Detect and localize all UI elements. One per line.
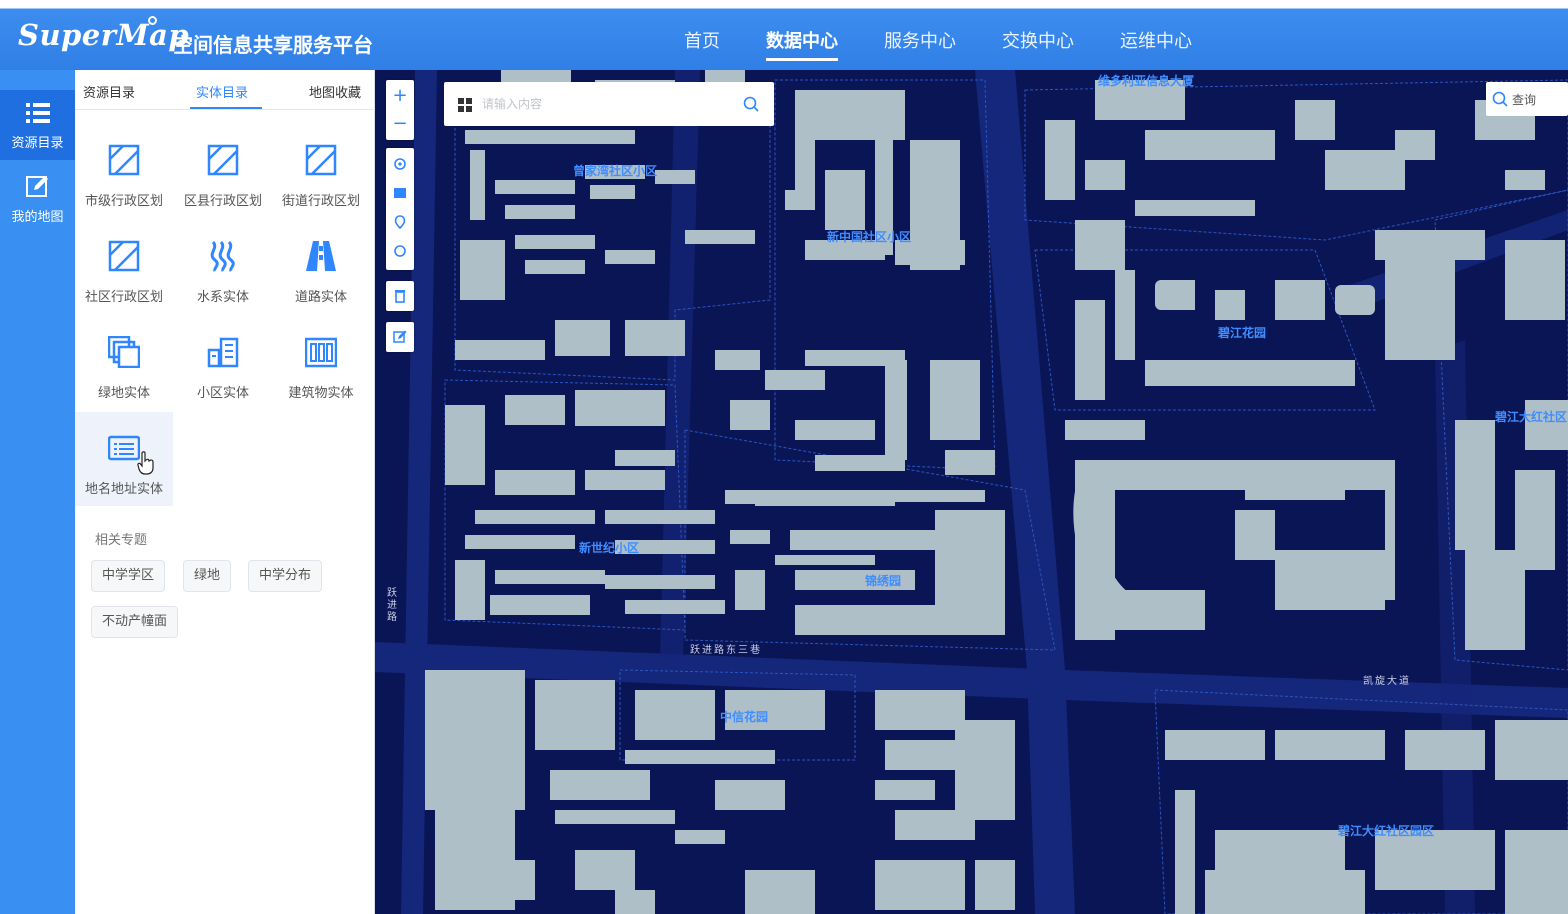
entity-label: 水系实体	[196, 290, 249, 305]
topic-chip-green-space[interactable]: 绿地	[183, 560, 232, 592]
tab-resource-catalog[interactable]: 资源目录	[83, 82, 135, 101]
entity-label: 道路实体	[294, 290, 347, 305]
edit-map-button[interactable]	[386, 323, 414, 351]
road-icon	[306, 241, 336, 271]
topic-chip-property-footprint[interactable]: 不动产幢面	[91, 606, 179, 638]
map-label-bijiang-dahong: 碧江大红社区	[1495, 410, 1568, 424]
road-label-kaixuan: 凯旋大道	[1363, 676, 1411, 687]
map-view[interactable]: 维多利亚信息大厦 曾家湾社区小区 新中国社区小区 碧江花园 新世纪小区 锦绣园 …	[375, 70, 1568, 914]
zoom-controls: + −	[386, 80, 414, 140]
layer-icon	[394, 188, 406, 198]
side-rail: 资源目录 我的地图	[0, 70, 75, 914]
hand-cursor-icon	[137, 451, 154, 475]
trash-icon	[395, 290, 405, 303]
map-label-victoria: 维多利亚信息大厦	[1098, 74, 1195, 88]
rail-label: 我的地图	[11, 210, 64, 225]
entity-community-division[interactable]: 社区行政区划	[75, 220, 173, 314]
entity-street-division[interactable]: 街道行政区划	[272, 124, 370, 218]
topic-chip-school-district[interactable]: 中学学区	[91, 560, 166, 592]
map-search-box	[444, 82, 774, 126]
location-pin-icon	[394, 215, 406, 230]
query-label: 查询	[1512, 93, 1537, 107]
locate-icon	[394, 158, 406, 170]
road-label-yuejin: 跃进路	[387, 588, 397, 623]
rail-item-my-maps[interactable]: 我的地图	[0, 164, 75, 234]
map-label-bijiang-garden: 碧江花园	[1218, 326, 1267, 340]
app-window: SuperMap 空间信息共享服务平台 首页 数据中心 服务中心 交换中心 运维…	[0, 0, 1568, 914]
entity-label: 市级行政区划	[84, 194, 163, 209]
list-icon	[25, 103, 50, 123]
boundary-icon	[207, 144, 239, 176]
boundary-icon	[305, 144, 337, 176]
edit-tool	[386, 322, 414, 352]
query-button[interactable]: 查询	[1486, 82, 1568, 116]
platform-title: 空间信息共享服务平台	[173, 33, 373, 57]
water-icon	[210, 240, 235, 272]
entity-label: 绿地实体	[97, 386, 150, 401]
topic-chip-school-distribution[interactable]: 中学分布	[248, 560, 323, 592]
residential-icon	[207, 337, 239, 368]
delete-button[interactable]	[386, 282, 414, 310]
zoom-out-button[interactable]: −	[386, 110, 414, 138]
entity-county-division[interactable]: 区县行政区划	[174, 124, 272, 218]
entity-label: 建筑物实体	[288, 386, 354, 401]
boundary-icon	[108, 144, 140, 176]
map-label-zengjiawan: 曾家湾社区小区	[573, 164, 658, 178]
entity-city-division[interactable]: 市级行政区划	[75, 124, 173, 218]
building-icon	[305, 337, 337, 368]
layers-icon	[108, 336, 140, 368]
map-tool-group	[386, 148, 414, 270]
search-icon[interactable]	[743, 96, 759, 112]
tab-map-favorites[interactable]: 地图收藏	[309, 82, 361, 101]
circle-draw-button[interactable]	[386, 237, 414, 265]
entity-label: 地名地址实体	[84, 482, 163, 497]
related-topics-title: 相关专题	[95, 533, 148, 548]
nav-home[interactable]: 首页	[684, 27, 720, 61]
active-tab-indicator	[190, 107, 262, 109]
entity-label: 区县行政区划	[183, 194, 262, 209]
map-label-xinshiji: 新世纪小区	[579, 541, 640, 555]
entity-water[interactable]: 水系实体	[174, 220, 272, 314]
search-icon	[1492, 91, 1508, 107]
map-label-xinzhongguo: 新中国社区小区	[827, 230, 912, 244]
entity-road[interactable]: 道路实体	[272, 220, 370, 314]
entity-label: 社区行政区划	[84, 290, 163, 305]
entity-green-space[interactable]: 绿地实体	[75, 316, 173, 410]
map-search-input[interactable]	[482, 92, 732, 116]
layer-button[interactable]	[386, 179, 414, 207]
grid-menu-icon[interactable]	[458, 98, 472, 112]
clear-tool	[386, 281, 414, 311]
locate-button[interactable]	[386, 150, 414, 178]
tab-entity-catalog[interactable]: 实体目录	[196, 82, 248, 101]
marker-button[interactable]	[386, 208, 414, 236]
map-label-bijiang-dahong-park: 碧江大红社区园区	[1338, 824, 1435, 838]
entity-place-address[interactable]: 地名地址实体	[75, 412, 173, 506]
zoom-in-button[interactable]: +	[386, 82, 414, 110]
catalog-tabs: 资源目录 实体目录 地图收藏	[75, 70, 375, 110]
edit-icon	[25, 176, 48, 197]
nav-exchange-center[interactable]: 交换中心	[1002, 27, 1074, 61]
top-header: SuperMap 空间信息共享服务平台 首页 数据中心 服务中心 交换中心 运维…	[0, 0, 1568, 70]
nav-ops-center[interactable]: 运维中心	[1120, 27, 1192, 61]
circle-icon	[394, 245, 406, 257]
rail-label: 资源目录	[11, 136, 64, 151]
supermap-logo[interactable]: SuperMap	[18, 18, 189, 52]
entity-label: 街道行政区划	[281, 194, 360, 209]
nav-data-center[interactable]: 数据中心	[766, 27, 838, 61]
nav-service-center[interactable]: 服务中心	[884, 27, 956, 61]
entity-label: 小区实体	[196, 386, 249, 401]
rail-item-resource-catalog[interactable]: 资源目录	[0, 90, 75, 160]
entity-building[interactable]: 建筑物实体	[272, 316, 370, 410]
map-label-zhongxin: 中信花园	[720, 710, 769, 724]
boundary-icon	[108, 240, 140, 272]
logo-mark-icon	[148, 16, 157, 25]
address-list-icon	[108, 435, 140, 461]
map-canvas[interactable]	[375, 70, 1568, 914]
edit-icon	[393, 330, 407, 343]
main-nav: 首页 数据中心 服务中心 交换中心 运维中心	[684, 27, 1238, 61]
road-label-yuejin-east-3: 跃进路东三巷	[690, 645, 762, 656]
entity-residential[interactable]: 小区实体	[174, 316, 272, 410]
map-label-jinxiuyuan: 锦绣园	[865, 574, 902, 588]
